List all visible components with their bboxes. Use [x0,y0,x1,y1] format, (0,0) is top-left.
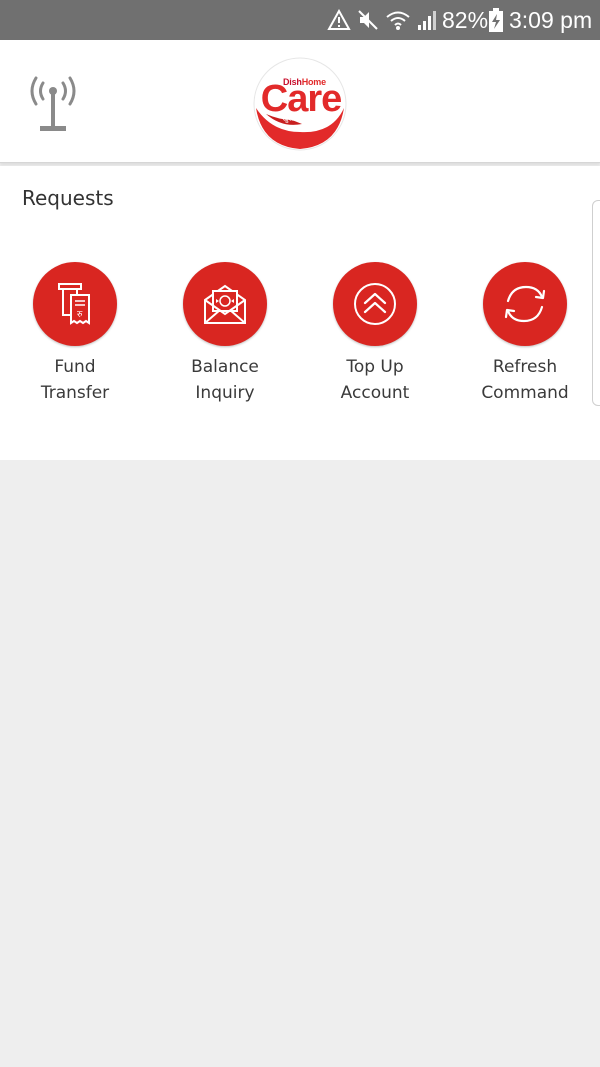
signal-icon [418,11,436,30]
balance-inquiry-icon [204,284,246,324]
alert-icon [327,9,351,30]
balance-inquiry-button[interactable]: Balance Inquiry [150,262,300,412]
refresh-icon [504,285,546,323]
status-icons [327,8,437,32]
signal-tower-icon[interactable] [28,76,78,134]
refresh-command-button[interactable]: Refresh Command [450,262,600,412]
fund-transfer-label: Fund Transfer [40,357,110,403]
dishhome-care-logo: DishHome Care खुशीको सम्बन्ध [252,56,348,152]
section-title: Requests [22,186,114,210]
next-card-peek[interactable] [592,200,600,406]
status-bar: 82% 3:09 pm [0,0,600,40]
app-header: DishHome Care खुशीको सम्बन्ध [0,40,600,163]
fund-transfer-circle: रु [33,262,117,346]
top-up-account-label: Top Up Account [340,357,410,403]
refresh-command-label: Refresh Command [481,357,569,403]
empty-content-area [0,460,600,1067]
fund-transfer-button[interactable]: रु Fund Transfer [0,262,150,412]
logo-tagline: खुशीको सम्बन्ध [282,115,322,123]
top-up-account-button[interactable]: Top Up Account [300,262,450,412]
svg-text:रु: रु [77,310,83,320]
requests-card: Requests रु Fund Transfer Balance Inquir… [0,166,600,460]
refresh-circle [483,262,567,346]
battery-charging-icon [489,8,503,32]
balance-inquiry-label: Balance Inquiry [191,357,259,403]
wifi-icon [386,11,410,30]
top-up-circle [333,262,417,346]
mute-icon [358,10,378,30]
fund-transfer-icon: रु [58,283,90,325]
balance-inquiry-circle [183,262,267,346]
clock: 3:09 pm [509,7,593,33]
battery-percentage: 82% [442,7,489,33]
top-up-icon [354,283,396,325]
